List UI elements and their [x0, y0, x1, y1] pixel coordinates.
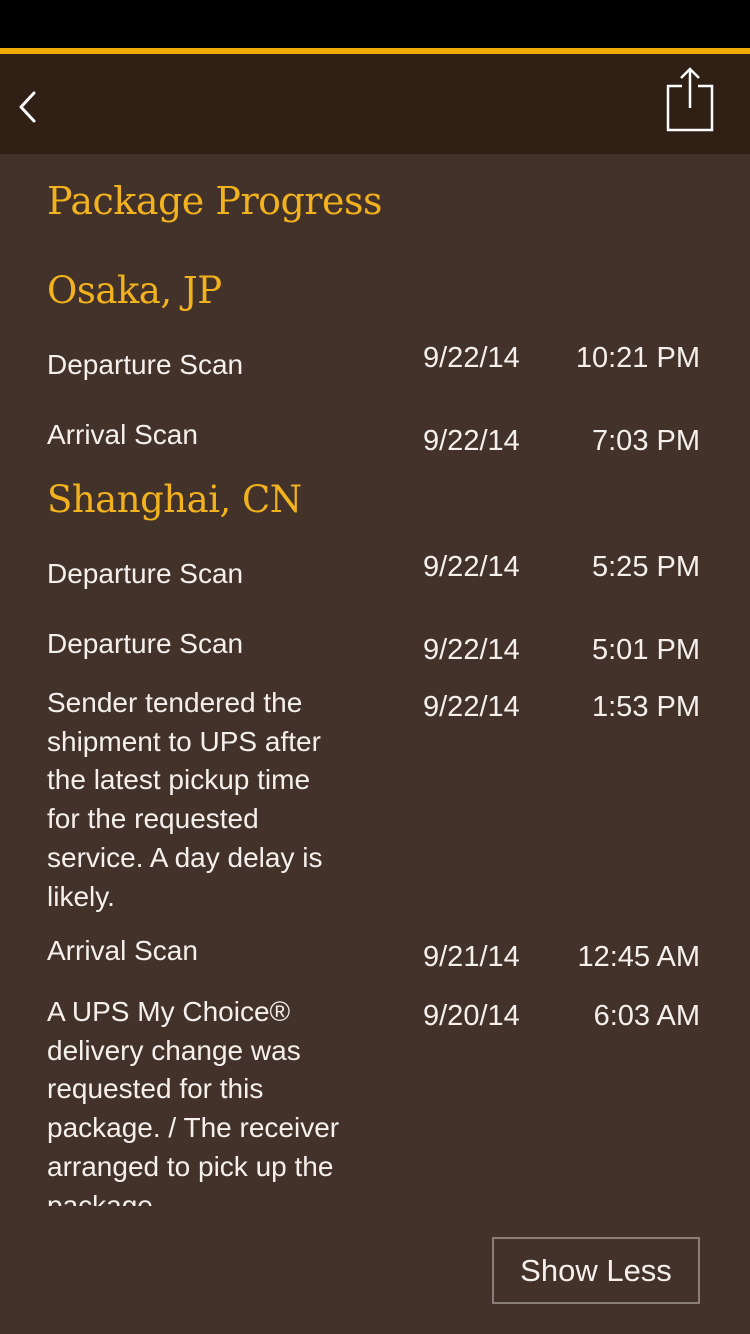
page-title: Package Progress — [47, 179, 382, 223]
status-bar — [0, 0, 750, 48]
chevron-left-icon — [19, 91, 36, 123]
package-progress-panel[interactable]: Package Progress Osaka, JP Departure Sca… — [0, 154, 750, 1206]
event-description: Arrival Scan — [47, 419, 198, 450]
event-time: 5:25 PM — [592, 551, 700, 583]
location-header: Osaka, JP — [47, 269, 222, 312]
event-date: 9/22/14 — [423, 342, 520, 374]
event-date: 9/21/14 — [423, 941, 520, 973]
share-icon — [666, 67, 714, 132]
share-button[interactable] — [660, 62, 720, 134]
event-description: Arrival Scan — [47, 935, 198, 966]
event-date: 9/20/14 — [423, 1000, 520, 1032]
event-date: 9/22/14 — [423, 551, 520, 583]
back-button[interactable] — [6, 76, 62, 136]
location-header: Shanghai, CN — [47, 478, 302, 521]
event-description: Departure Scan — [47, 349, 244, 380]
event-description: Departure Scan — [47, 628, 244, 659]
event-description: A UPS My Choice® delivery change was req… — [47, 996, 340, 1206]
nav-bar — [0, 54, 750, 154]
event-date: 9/22/14 — [423, 691, 520, 723]
event-time: 12:45 AM — [577, 941, 700, 973]
event-time: 5:01 PM — [592, 634, 700, 666]
event-time: 6:03 AM — [593, 1000, 700, 1032]
event-date: 9/22/14 — [423, 425, 520, 457]
event-time: 7:03 PM — [592, 425, 700, 457]
event-time: 1:53 PM — [592, 691, 700, 723]
event-description: Departure Scan — [47, 558, 244, 589]
show-less-button[interactable]: Show Less — [492, 1237, 700, 1304]
event-time: 10:21 PM — [575, 342, 700, 374]
event-description: Sender tendered the shipment to UPS afte… — [47, 687, 323, 912]
event-date: 9/22/14 — [423, 634, 520, 666]
